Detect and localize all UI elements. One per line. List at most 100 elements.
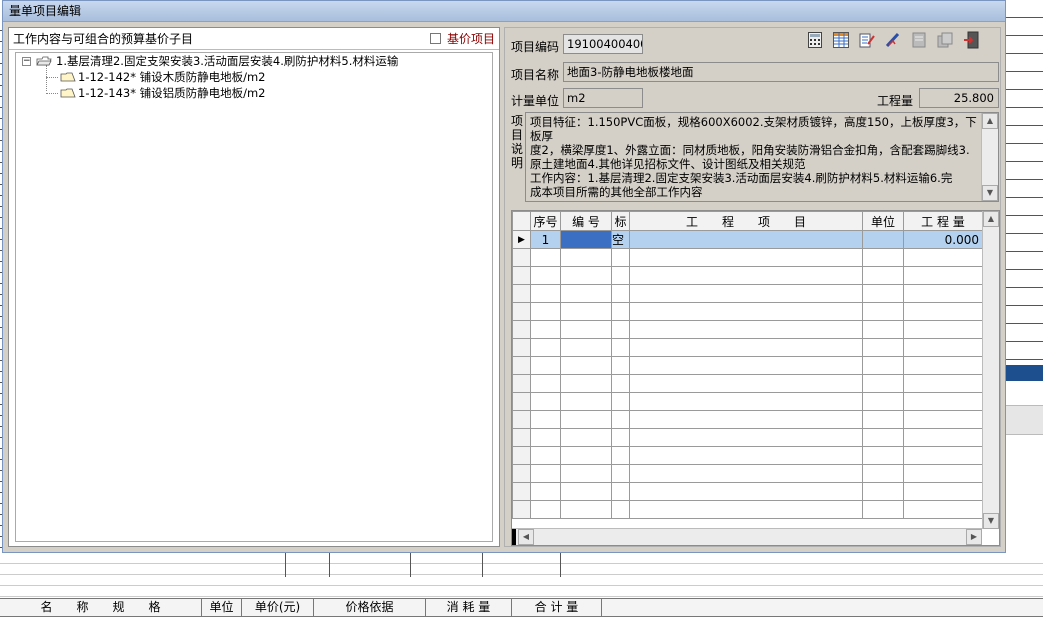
empty-cell[interactable] [862, 446, 904, 465]
empty-cell[interactable] [530, 464, 561, 483]
empty-cell[interactable] [862, 500, 904, 519]
empty-cell[interactable] [530, 446, 561, 465]
empty-cell[interactable] [903, 248, 983, 267]
quantity-field[interactable]: 25.800 [919, 88, 999, 108]
empty-cell[interactable] [530, 392, 561, 411]
empty-cell[interactable] [560, 482, 612, 501]
empty-cell[interactable] [611, 338, 630, 357]
empty-cell[interactable] [903, 302, 983, 321]
empty-cell[interactable] [903, 500, 983, 519]
empty-cell[interactable] [862, 338, 904, 357]
empty-cell[interactable] [629, 410, 863, 429]
grid-vertical-scrollbar[interactable]: ▲ ▼ [982, 211, 999, 529]
empty-cell[interactable] [629, 446, 863, 465]
empty-table-row[interactable] [512, 410, 983, 429]
empty-cell[interactable] [560, 302, 612, 321]
cell-qty[interactable]: 0.000 [903, 230, 983, 249]
empty-cell[interactable] [862, 482, 904, 501]
empty-cell[interactable] [530, 338, 561, 357]
empty-table-row[interactable] [512, 356, 983, 375]
empty-cell[interactable] [903, 482, 983, 501]
empty-cell[interactable] [862, 320, 904, 339]
empty-cell[interactable] [560, 464, 612, 483]
empty-table-row[interactable] [512, 374, 983, 393]
empty-cell[interactable] [629, 320, 863, 339]
tree-child-item[interactable]: 1-12-142* 铺设木质防静电地板/m2 [16, 69, 492, 85]
empty-cell[interactable] [903, 320, 983, 339]
checkbox-label[interactable]: 基价项目 [447, 28, 495, 50]
unit-field[interactable]: m2 [563, 88, 643, 108]
empty-cell[interactable] [903, 338, 983, 357]
grayed-copy-icon[interactable] [935, 30, 955, 50]
col-seq[interactable]: 序号 [530, 211, 561, 231]
empty-cell[interactable] [530, 374, 561, 393]
table-row[interactable]: ▶ 1 空 0.000 [512, 230, 983, 249]
scroll-up-icon[interactable]: ▲ [982, 113, 998, 129]
empty-table-row[interactable] [512, 266, 983, 285]
col-qty[interactable]: 工 程 量 [903, 211, 983, 231]
empty-cell[interactable] [629, 302, 863, 321]
empty-cell[interactable] [903, 410, 983, 429]
empty-table-row[interactable] [512, 482, 983, 501]
empty-cell[interactable] [530, 320, 561, 339]
collapse-toggle-icon[interactable]: − [22, 57, 31, 66]
empty-cell[interactable] [903, 266, 983, 285]
empty-table-row[interactable] [512, 284, 983, 303]
empty-cell[interactable] [611, 410, 630, 429]
empty-cell[interactable] [903, 428, 983, 447]
scroll-thumb[interactable] [512, 529, 516, 545]
description-scrollbar[interactable]: ▲ ▼ [981, 113, 998, 201]
empty-cell[interactable] [611, 356, 630, 375]
scroll-down-icon[interactable]: ▼ [983, 513, 999, 529]
empty-cell[interactable] [560, 428, 612, 447]
empty-cell[interactable] [629, 266, 863, 285]
empty-cell[interactable] [862, 266, 904, 285]
empty-cell[interactable] [629, 482, 863, 501]
empty-table-row[interactable] [512, 338, 983, 357]
empty-cell[interactable] [530, 248, 561, 267]
empty-table-row[interactable] [512, 464, 983, 483]
empty-table-row[interactable] [512, 302, 983, 321]
empty-cell[interactable] [862, 428, 904, 447]
empty-cell[interactable] [611, 482, 630, 501]
pen-check-icon[interactable] [883, 30, 903, 50]
empty-cell[interactable] [629, 392, 863, 411]
empty-cell[interactable] [629, 428, 863, 447]
cell-flag[interactable]: 空 [611, 230, 630, 249]
cell-seq[interactable]: 1 [530, 230, 561, 249]
empty-cell[interactable] [611, 302, 630, 321]
empty-cell[interactable] [903, 284, 983, 303]
empty-cell[interactable] [560, 338, 612, 357]
empty-cell[interactable] [611, 428, 630, 447]
empty-cell[interactable] [862, 248, 904, 267]
empty-cell[interactable] [530, 302, 561, 321]
empty-table-row[interactable] [512, 320, 983, 339]
empty-cell[interactable] [903, 464, 983, 483]
empty-cell[interactable] [530, 482, 561, 501]
scroll-up-icon[interactable]: ▲ [983, 211, 999, 227]
cell-code[interactable] [560, 230, 612, 249]
empty-cell[interactable] [611, 392, 630, 411]
bottom-col-name[interactable]: 名 称 规 格 [0, 599, 202, 616]
empty-cell[interactable] [903, 356, 983, 375]
empty-cell[interactable] [530, 428, 561, 447]
code-field[interactable]: 191004004001 [563, 34, 643, 54]
empty-cell[interactable] [560, 266, 612, 285]
empty-table-row[interactable] [512, 500, 983, 519]
col-code[interactable]: 编 号 [560, 211, 612, 231]
scroll-right-icon[interactable]: ▶ [966, 529, 982, 545]
empty-cell[interactable] [611, 374, 630, 393]
empty-cell[interactable] [530, 284, 561, 303]
tree-child-item[interactable]: 1-12-143* 铺设铝质防静电地板/m2 [16, 85, 492, 101]
empty-cell[interactable] [560, 392, 612, 411]
empty-table-row[interactable] [512, 392, 983, 411]
tree-child-label[interactable]: 1-12-143* 铺设铝质防静电地板/m2 [78, 85, 266, 101]
empty-cell[interactable] [611, 266, 630, 285]
empty-table-row[interactable] [512, 248, 983, 267]
empty-cell[interactable] [629, 338, 863, 357]
empty-cell[interactable] [629, 356, 863, 375]
grayed-doc-icon[interactable] [909, 30, 929, 50]
col-flag[interactable]: 标 [611, 211, 630, 231]
empty-cell[interactable] [560, 320, 612, 339]
empty-cell[interactable] [629, 248, 863, 267]
